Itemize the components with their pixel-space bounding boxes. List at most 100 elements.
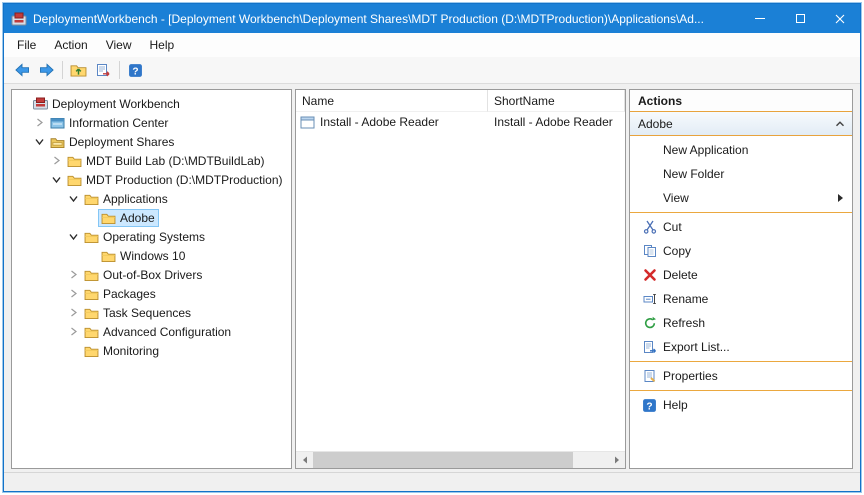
title-bar[interactable]: DeploymentWorkbench - [Deployment Workbe…	[4, 4, 860, 33]
row-name: Install - Adobe Reader	[320, 115, 439, 129]
tree-node: Operating Systems	[82, 229, 208, 245]
folder-icon	[84, 307, 99, 319]
tree-item-advanced-configuration[interactable]: Advanced Configuration	[12, 322, 291, 341]
expand-chevron-icon[interactable]	[67, 327, 80, 336]
tree-item-applications[interactable]: Applications	[12, 189, 291, 208]
forward-button[interactable]	[34, 59, 59, 82]
expand-chevron-icon[interactable]	[67, 289, 80, 298]
action-export-list[interactable]: Export List...	[630, 335, 852, 359]
maximize-button[interactable]	[780, 4, 820, 33]
minimize-icon	[755, 18, 765, 19]
menu-view[interactable]: View	[97, 35, 141, 55]
actions-pane-title: Actions	[630, 90, 852, 112]
back-button[interactable]	[9, 59, 34, 82]
minimize-button[interactable]	[740, 4, 780, 33]
action-label: Rename	[663, 292, 708, 306]
info-center-icon	[50, 117, 65, 129]
actions-section-header[interactable]: Adobe	[630, 112, 852, 136]
tree-item-packages[interactable]: Packages	[12, 284, 291, 303]
tree-item-adobe[interactable]: Adobe	[12, 208, 291, 227]
workbench-icon	[33, 97, 48, 110]
app-window: DeploymentWorkbench - [Deployment Workbe…	[3, 3, 861, 492]
scrollbar-track[interactable]	[313, 452, 608, 468]
action-properties[interactable]: Properties	[630, 364, 852, 388]
tree-node: Windows 10	[99, 248, 188, 264]
tree-item-deployment-shares[interactable]: Deployment Shares	[12, 132, 291, 151]
action-help[interactable]: ? Help	[630, 393, 852, 417]
list-row-install-adobe-reader[interactable]: Install - Adobe ReaderInstall - Adobe Re…	[296, 112, 625, 132]
main-content: Deployment Workbench Information Center De…	[4, 84, 860, 472]
tree-node: Deployment Workbench	[31, 96, 183, 112]
menu-action[interactable]: Action	[45, 35, 96, 55]
tree-item-label: Advanced Configuration	[103, 325, 231, 339]
tree-item-mdt-production-d-mdtproduction[interactable]: MDT Production (D:\MDTProduction)	[12, 170, 291, 189]
export-list-button[interactable]	[91, 59, 116, 82]
application-icon	[300, 116, 315, 129]
menu-file[interactable]: File	[8, 35, 45, 55]
scroll-right-button[interactable]	[608, 452, 625, 468]
help-icon: ?	[128, 63, 143, 78]
scrollbar-thumb[interactable]	[313, 452, 573, 468]
svg-text:?: ?	[646, 401, 652, 412]
action-label: Help	[663, 398, 688, 412]
tree-item-out-of-box-drivers[interactable]: Out-of-Box Drivers	[12, 265, 291, 284]
collapse-chevron-icon[interactable]	[33, 137, 46, 146]
action-delete[interactable]: Delete	[630, 263, 852, 287]
tree-node: MDT Production (D:\MDTProduction)	[65, 172, 286, 188]
horizontal-scrollbar[interactable]	[296, 451, 625, 468]
tree-node: Adobe	[99, 210, 158, 226]
scroll-right-icon	[614, 456, 620, 464]
export-icon	[639, 340, 660, 354]
folder-icon	[84, 326, 99, 338]
collapse-chevron-icon[interactable]	[50, 175, 63, 184]
action-copy[interactable]: Copy	[630, 239, 852, 263]
tree-item-mdt-build-lab-d-mdtbuildlab[interactable]: MDT Build Lab (D:\MDTBuildLab)	[12, 151, 291, 170]
collapse-chevron-icon[interactable]	[67, 232, 80, 241]
help-icon: ?	[639, 398, 660, 413]
action-view[interactable]: View	[630, 186, 852, 210]
tree-item-information-center[interactable]: Information Center	[12, 113, 291, 132]
help-button[interactable]: ?	[123, 59, 148, 82]
menu-help[interactable]: Help	[141, 35, 184, 55]
window-controls	[740, 4, 860, 33]
folder-icon	[67, 174, 82, 186]
tree-item-label: Information Center	[69, 116, 168, 130]
menu-bar: File Action View Help	[4, 33, 860, 57]
up-one-level-button[interactable]	[66, 59, 91, 82]
action-new-application[interactable]: New Application	[630, 138, 852, 162]
expand-chevron-icon[interactable]	[50, 156, 63, 165]
tree-item-label: Adobe	[120, 211, 155, 225]
forward-arrow-icon	[39, 63, 55, 77]
expand-chevron-icon[interactable]	[33, 118, 46, 127]
close-button[interactable]	[820, 4, 860, 33]
expand-chevron-icon[interactable]	[67, 308, 80, 317]
scroll-left-button[interactable]	[296, 452, 313, 468]
action-cut[interactable]: Cut	[630, 215, 852, 239]
expand-chevron-icon[interactable]	[67, 270, 80, 279]
tree-item-operating-systems[interactable]: Operating Systems	[12, 227, 291, 246]
collapse-section-button[interactable]	[835, 120, 845, 128]
shares-icon	[50, 136, 65, 148]
action-refresh[interactable]: Refresh	[630, 311, 852, 335]
column-header-name[interactable]: Name	[296, 90, 488, 112]
action-rename[interactable]: Rename	[630, 287, 852, 311]
tree-item-task-sequences[interactable]: Task Sequences	[12, 303, 291, 322]
folder-icon	[84, 269, 99, 281]
tree-item-deployment-workbench[interactable]: Deployment Workbench	[12, 94, 291, 113]
folder-up-icon	[70, 63, 87, 77]
tree-node: MDT Build Lab (D:\MDTBuildLab)	[65, 153, 268, 169]
refresh-icon	[639, 316, 660, 330]
action-label: Properties	[663, 369, 718, 383]
toolbar-separator	[119, 61, 120, 79]
list-header: Name ShortName	[296, 90, 625, 112]
column-header-shortname[interactable]: ShortName	[488, 90, 625, 112]
tree-item-monitoring[interactable]: Monitoring	[12, 341, 291, 360]
console-tree: Deployment Workbench Information Center De…	[12, 94, 291, 360]
folder-icon	[84, 231, 99, 243]
actions-section-label: Adobe	[638, 117, 673, 131]
action-new-folder[interactable]: New Folder	[630, 162, 852, 186]
tree-item-windows-10[interactable]: Windows 10	[12, 246, 291, 265]
collapse-chevron-icon[interactable]	[67, 194, 80, 203]
tree-node: Monitoring	[82, 343, 162, 359]
close-icon	[835, 14, 845, 24]
